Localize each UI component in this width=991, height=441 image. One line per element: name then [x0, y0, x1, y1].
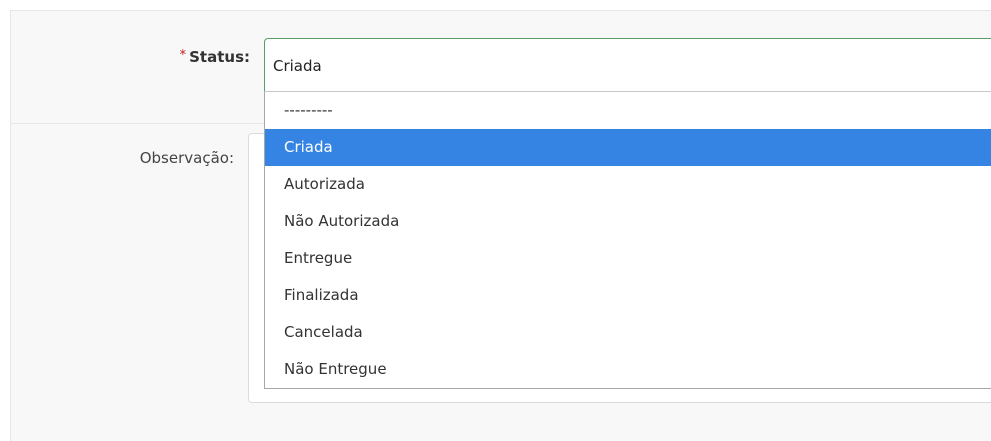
- dropdown-option-finalizada[interactable]: Finalizada: [265, 277, 991, 314]
- dropdown-option-entregue[interactable]: Entregue: [265, 240, 991, 277]
- observacao-label: Observação:: [139, 149, 234, 167]
- dropdown-option-cancelada[interactable]: Cancelada: [265, 314, 991, 351]
- required-mark: *: [179, 48, 187, 63]
- dropdown-option-empty[interactable]: ---------: [265, 92, 991, 129]
- status-select[interactable]: Criada: [264, 38, 991, 92]
- status-label: * Status:: [120, 48, 250, 66]
- dropdown-option-nao-autorizada[interactable]: Não Autorizada: [265, 203, 991, 240]
- status-label-text: Status:: [189, 48, 250, 66]
- status-dropdown-list: --------- Criada Autorizada Não Autoriza…: [264, 91, 991, 389]
- dropdown-option-criada[interactable]: Criada: [265, 129, 991, 166]
- dropdown-option-nao-entregue[interactable]: Não Entregue: [265, 351, 991, 388]
- dropdown-option-autorizada[interactable]: Autorizada: [265, 166, 991, 203]
